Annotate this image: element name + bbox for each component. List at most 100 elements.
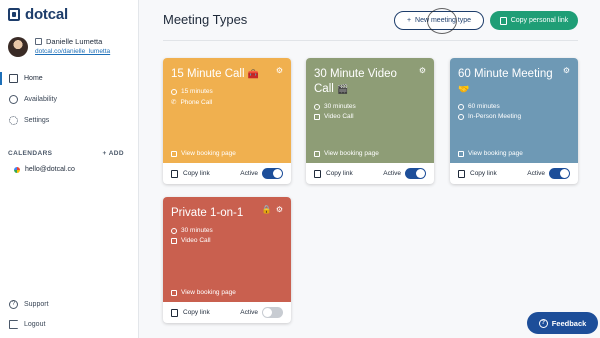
view-booking-page-link[interactable]: View booking page (314, 150, 379, 157)
lock-icon: 🔒 (261, 205, 272, 214)
brand-name: dotcal (25, 6, 68, 23)
active-toggle[interactable] (262, 307, 283, 318)
copy-icon (499, 16, 507, 25)
phone-icon: ✆ (171, 99, 177, 106)
card-duration: 60 minutes (468, 103, 500, 110)
card-duration: 30 minutes (181, 227, 213, 234)
page-title: Meeting Types (163, 12, 248, 27)
card-title: 15 Minute Call 🧰 (171, 68, 259, 80)
card-duration: 30 minutes (324, 103, 356, 110)
gear-icon[interactable]: ⚙ (276, 205, 283, 214)
card-header[interactable]: 60 Minute Meeting 🤝 ⚙ 60 minutes In-Pers… (450, 58, 578, 163)
copy-personal-link-label: Copy personal link (510, 17, 569, 24)
active-label: Active (240, 170, 258, 177)
logout-icon (9, 319, 18, 329)
header-divider (163, 40, 578, 41)
active-toggle[interactable] (549, 168, 570, 179)
card-header[interactable]: 15 Minute Call 🧰 ⚙ 15 minutes ✆ Phone Cal… (163, 58, 291, 163)
profile-link[interactable]: dotcal.co/danielle_lumetta (35, 48, 110, 55)
nav-item-settings[interactable]: Settings (0, 110, 139, 131)
nav-label: Home (24, 75, 43, 82)
video-camera-icon (314, 113, 320, 120)
calendars-header: CALENDARS + ADD (8, 150, 124, 157)
support-label: Support (24, 300, 49, 308)
logout-link[interactable]: Logout (0, 314, 139, 334)
view-booking-page-link[interactable]: View booking page (171, 150, 236, 157)
gear-icon (9, 116, 18, 125)
gear-icon[interactable]: ⚙ (276, 66, 283, 75)
clipboard-icon (171, 169, 178, 178)
google-calendar-icon (14, 166, 20, 173)
handshake-emoji-icon: 🤝 (458, 84, 470, 94)
view-booking-page-link[interactable]: View booking page (458, 150, 523, 157)
feedback-label: Feedback (551, 318, 587, 328)
active-toggle[interactable] (405, 168, 426, 179)
copy-link-button[interactable]: Copy link (171, 308, 210, 317)
card-footer: Copy link Active (163, 302, 291, 323)
meeting-type-card: 15 Minute Call 🧰 ⚙ 15 minutes ✆ Phone Cal… (163, 58, 291, 184)
external-link-icon (314, 150, 320, 157)
feedback-button[interactable]: ? Feedback (527, 312, 598, 334)
toolbox-emoji-icon: 🧰 (247, 69, 259, 79)
card-title: Private 1-on-1 (171, 207, 244, 219)
help-circle-icon: ? (9, 299, 18, 309)
sidebar-footer: ? Support Logout (0, 294, 139, 334)
view-booking-page-link[interactable]: View booking page (171, 289, 236, 296)
cursor-highlight (427, 8, 457, 34)
copy-link-button[interactable]: Copy link (458, 169, 497, 178)
active-label: Active (527, 170, 545, 177)
meeting-type-card: 60 Minute Meeting 🤝 ⚙ 60 minutes In-Pers… (450, 58, 578, 184)
external-link-icon (35, 38, 42, 45)
plus-icon: + (406, 17, 412, 24)
gear-icon[interactable]: ⚙ (419, 66, 426, 75)
add-calendar-button[interactable]: + ADD (103, 150, 124, 157)
copy-link-button[interactable]: Copy link (171, 169, 210, 178)
clock-icon (9, 95, 18, 104)
card-duration: 15 minutes (181, 88, 213, 95)
logout-label: Logout (24, 320, 46, 328)
card-title: 60 Minute Meeting 🤝 (458, 68, 553, 94)
location-pin-icon (458, 113, 464, 120)
gear-icon[interactable]: ⚙ (563, 66, 570, 75)
copy-link-button[interactable]: Copy link (314, 169, 353, 178)
clapperboard-emoji-icon: 🎬 (337, 84, 349, 94)
dotcal-logo-icon (8, 8, 20, 21)
sidebar: dotcal Danielle Lumetta dotcal.co/daniel… (0, 0, 139, 338)
profile-name-row[interactable]: Danielle Lumetta (35, 37, 110, 46)
card-title: 30 Minute Video Call 🎬 (314, 68, 397, 95)
external-link-icon (171, 150, 177, 157)
card-header[interactable]: Private 1-on-1 🔒 ⚙ 30 minutes Video Call… (163, 197, 291, 302)
copy-personal-link-button[interactable]: Copy personal link (490, 11, 578, 30)
calendars-heading: CALENDARS (8, 150, 53, 157)
card-location: Video Call (181, 237, 211, 244)
nav-item-availability[interactable]: Availability (0, 89, 139, 110)
clock-icon (314, 103, 320, 110)
nav-item-home[interactable]: Home (0, 68, 139, 89)
avatar[interactable] (8, 37, 28, 57)
video-camera-icon (171, 237, 177, 244)
card-header[interactable]: 30 Minute Video Call 🎬 ⚙ 30 minutes Vide… (306, 58, 434, 163)
main-nav: Home Availability Settings (0, 68, 139, 131)
meeting-type-card: Private 1-on-1 🔒 ⚙ 30 minutes Video Call… (163, 197, 291, 323)
profile-block: Danielle Lumetta dotcal.co/danielle_lume… (8, 37, 110, 57)
support-link[interactable]: ? Support (0, 294, 139, 314)
calendar-item[interactable]: hello@dotcal.co (14, 166, 75, 173)
clock-icon (458, 103, 464, 110)
active-toggle[interactable] (262, 168, 283, 179)
clock-icon (171, 88, 177, 95)
card-footer: Copy link Active (163, 163, 291, 184)
external-link-icon (171, 289, 177, 296)
brand-logo[interactable]: dotcal (8, 6, 68, 23)
card-footer: Copy link Active (306, 163, 434, 184)
nav-label: Availability (24, 96, 57, 103)
external-link-icon (458, 150, 464, 157)
calendar-email: hello@dotcal.co (25, 166, 75, 173)
clipboard-icon (458, 169, 465, 178)
profile-name: Danielle Lumetta (46, 37, 103, 46)
card-location: Phone Call (180, 98, 213, 106)
active-label: Active (240, 309, 258, 316)
clock-icon (171, 227, 177, 234)
clipboard-icon (314, 169, 321, 178)
nav-label: Settings (24, 117, 50, 124)
meeting-type-card: 30 Minute Video Call 🎬 ⚙ 30 minutes Vide… (306, 58, 434, 184)
